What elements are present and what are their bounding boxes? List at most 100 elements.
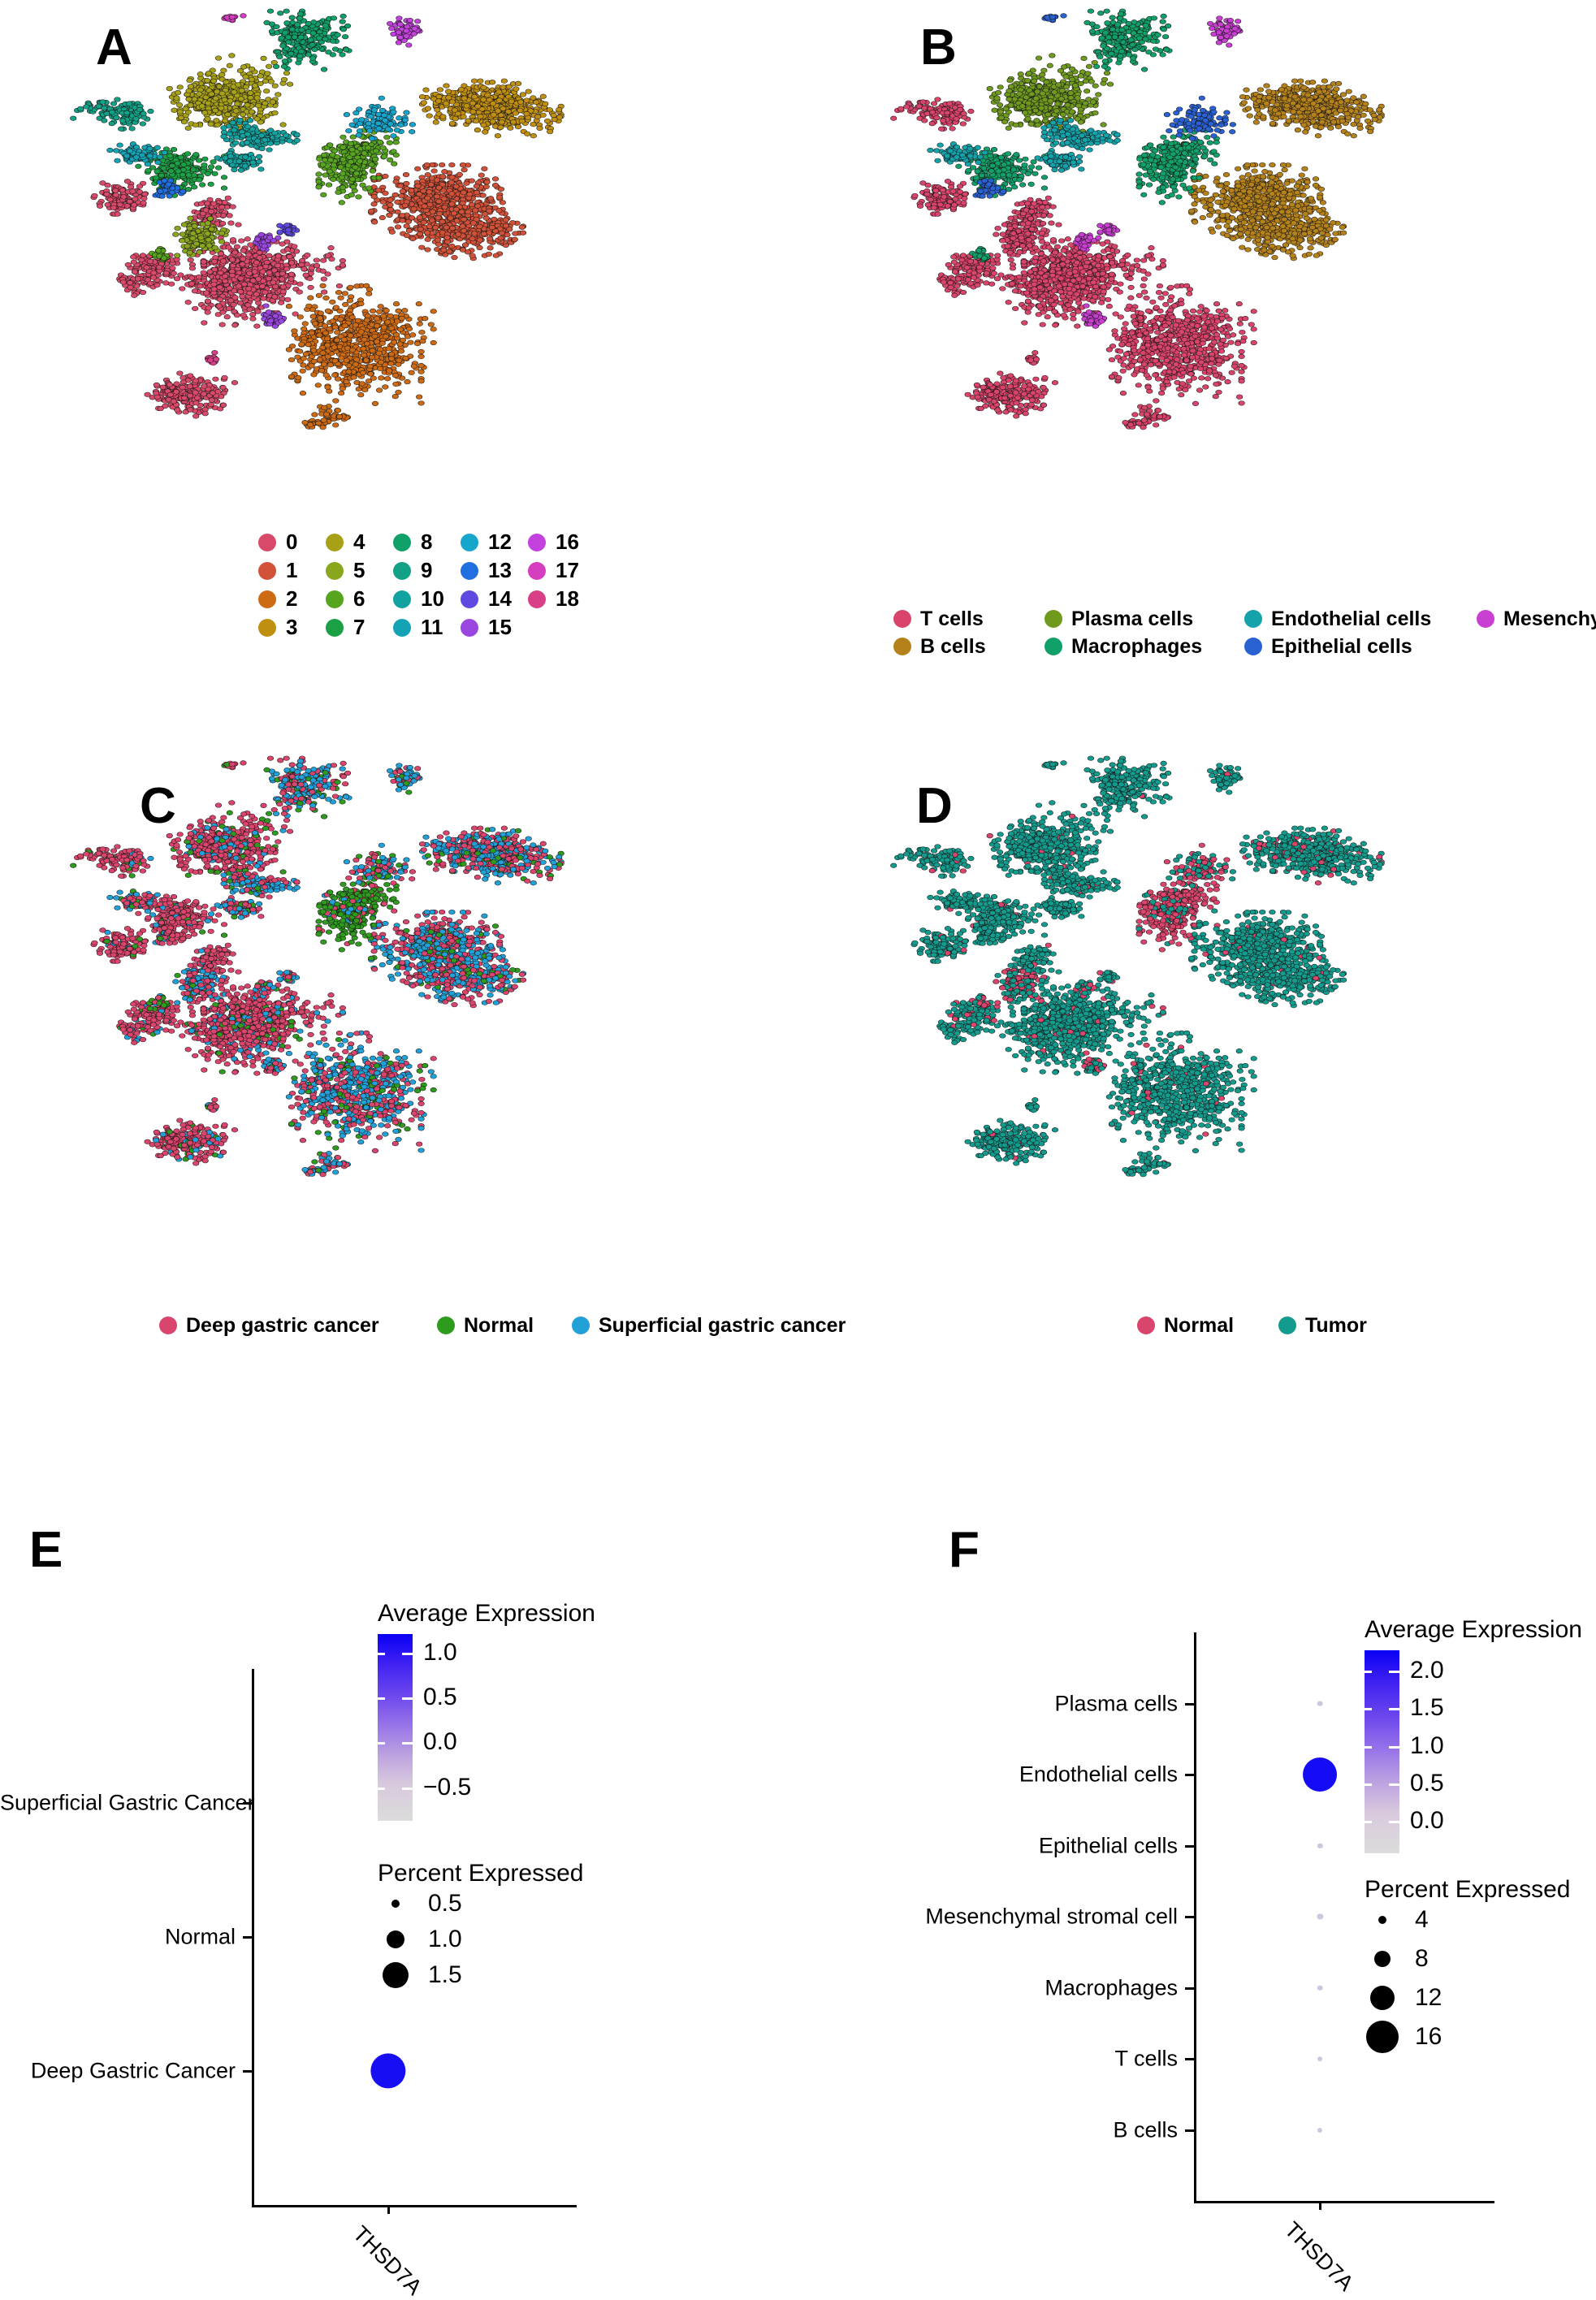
legend-item[interactable]: 17 bbox=[528, 556, 595, 585]
y-axis-label: Superficial Gastric Cancer bbox=[0, 1791, 236, 1816]
size-legend-swatch bbox=[383, 1962, 409, 1988]
legend-swatch-icon bbox=[258, 619, 276, 637]
dotplot-point[interactable] bbox=[1317, 1701, 1323, 1706]
legend-item[interactable]: 0 bbox=[258, 528, 326, 556]
legend-swatch-icon bbox=[326, 590, 344, 608]
legend-swatch-icon bbox=[461, 619, 478, 637]
y-axis-label: Endothelial cells bbox=[812, 1762, 1178, 1788]
legend-swatch-icon bbox=[393, 590, 411, 608]
legend-item[interactable]: 13 bbox=[461, 556, 528, 585]
legend-swatch-icon bbox=[258, 534, 276, 551]
legend-item[interactable]: B cells bbox=[893, 633, 1030, 660]
legend-swatch-icon bbox=[393, 619, 411, 637]
y-axis-tick bbox=[1185, 2058, 1194, 2060]
color-legend-title: Average Expression bbox=[1365, 1616, 1582, 1644]
legend-item[interactable]: 16 bbox=[528, 528, 595, 556]
legend-label: 2 bbox=[286, 586, 297, 612]
legend-item[interactable]: 4 bbox=[326, 528, 393, 556]
y-axis-label: Macrophages bbox=[812, 1975, 1178, 2000]
dotplot-point[interactable] bbox=[370, 2053, 405, 2088]
color-scale-tick bbox=[1365, 1671, 1372, 1673]
dotplot-point[interactable] bbox=[1303, 1757, 1337, 1792]
legend-item[interactable]: 3 bbox=[258, 613, 326, 642]
x-axis-label: THSD7A bbox=[1279, 2217, 1358, 2296]
legend-item[interactable]: Epithelial cells bbox=[1244, 633, 1462, 660]
color-scale-tick bbox=[378, 1697, 385, 1700]
legend-item[interactable]: 2 bbox=[258, 585, 326, 613]
y-axis-tick bbox=[1185, 1987, 1194, 1990]
legend-swatch-icon bbox=[393, 562, 411, 580]
legend-swatch-icon bbox=[1244, 638, 1262, 655]
dotplot-point[interactable] bbox=[1317, 1913, 1323, 1919]
legend-item[interactable]: 18 bbox=[528, 585, 595, 613]
legend-label: Mesenchymal stromal cells bbox=[1503, 607, 1596, 631]
legend-item[interactable]: Plasma cells bbox=[1045, 605, 1230, 633]
y-axis-tick bbox=[1185, 1703, 1194, 1706]
legend-item[interactable]: 7 bbox=[326, 613, 393, 642]
color-scale-tick bbox=[1365, 1821, 1372, 1823]
legend-item[interactable]: 5 bbox=[326, 556, 393, 585]
size-legend-label: 16 bbox=[1415, 2023, 1442, 2051]
y-axis-tick bbox=[243, 1936, 252, 1939]
legend-item[interactable]: 12 bbox=[461, 528, 528, 556]
legend-label: 0 bbox=[286, 530, 297, 555]
legend-label: Normal bbox=[464, 1314, 534, 1338]
color-scale-tick bbox=[1365, 1708, 1372, 1710]
legend-label: T cells bbox=[920, 607, 984, 631]
legend-label: 18 bbox=[556, 586, 579, 612]
legend-item[interactable]: 11 bbox=[393, 613, 461, 642]
legend-label: 5 bbox=[353, 558, 365, 583]
legend-item[interactable]: 6 bbox=[326, 585, 393, 613]
legend-item[interactable]: T cells bbox=[893, 605, 1030, 633]
legend-label: 16 bbox=[556, 530, 579, 555]
legend-label: Superficial gastric cancer bbox=[599, 1314, 846, 1338]
legend-item[interactable]: Deep gastric cancer bbox=[159, 1312, 426, 1339]
size-legend-swatch bbox=[1366, 2021, 1399, 2053]
legend-item[interactable]: Macrophages bbox=[1045, 633, 1230, 660]
x-axis-tick bbox=[1319, 2201, 1321, 2210]
size-legend-swatch bbox=[387, 1930, 404, 1948]
legend-item[interactable]: 10 bbox=[393, 585, 461, 613]
y-axis-label: Mesenchymal stromal cell bbox=[812, 1904, 1178, 1930]
legend-swatch-icon bbox=[1045, 638, 1062, 655]
legend-label: 1 bbox=[286, 558, 297, 583]
legend-item[interactable]: 14 bbox=[461, 585, 528, 613]
color-scale-tick bbox=[1389, 1821, 1399, 1823]
color-scale-tick bbox=[402, 1653, 413, 1655]
tsne-plot-tissue bbox=[49, 747, 727, 1267]
legend-item[interactable]: 9 bbox=[393, 556, 461, 585]
legend-swatch-icon bbox=[893, 610, 911, 628]
y-axis-label: B cells bbox=[812, 2117, 1178, 2142]
dotplot-celltype: Plasma cellsEndothelial cellsEpithelial … bbox=[812, 1502, 1596, 2103]
dotplot-point[interactable] bbox=[1317, 1985, 1323, 1991]
legend-item[interactable]: Normal bbox=[1137, 1312, 1267, 1339]
legend-item[interactable]: Endothelial cells bbox=[1244, 605, 1462, 633]
legend-swatch-icon bbox=[159, 1316, 177, 1334]
dotplot-point[interactable] bbox=[1317, 1843, 1322, 1848]
color-scale-label: 2.0 bbox=[1410, 1657, 1444, 1684]
legend-swatch-icon bbox=[528, 534, 546, 551]
tsne-plot-tumor-normal bbox=[869, 747, 1547, 1267]
y-axis-tick bbox=[1185, 1916, 1194, 1918]
size-legend-label: 0.5 bbox=[428, 1890, 462, 1917]
color-scale-tick bbox=[378, 1653, 385, 1655]
legend-label: 11 bbox=[421, 615, 443, 640]
dotplot-point[interactable] bbox=[1317, 2127, 1322, 2132]
legend-label: 9 bbox=[421, 558, 432, 583]
size-legend-swatch bbox=[1378, 1916, 1386, 1924]
legend-swatch-icon bbox=[528, 590, 546, 608]
color-scale-bar bbox=[378, 1634, 413, 1821]
legend-item[interactable]: 15 bbox=[461, 613, 528, 642]
legend-label: 12 bbox=[488, 530, 512, 555]
x-axis-tick bbox=[387, 2205, 390, 2214]
legend-item[interactable]: 1 bbox=[258, 556, 326, 585]
color-scale-tick bbox=[378, 1742, 385, 1744]
legend-item[interactable]: 8 bbox=[393, 528, 461, 556]
size-legend-label: 4 bbox=[1415, 1906, 1429, 1934]
legend-swatch-icon bbox=[1137, 1316, 1155, 1334]
color-scale-label: −0.5 bbox=[423, 1774, 471, 1801]
y-axis-label: Plasma cells bbox=[812, 1691, 1178, 1716]
legend-item[interactable]: Normal bbox=[437, 1312, 560, 1339]
dotplot-point[interactable] bbox=[1317, 2056, 1322, 2061]
size-legend-swatch bbox=[1374, 1951, 1391, 1967]
